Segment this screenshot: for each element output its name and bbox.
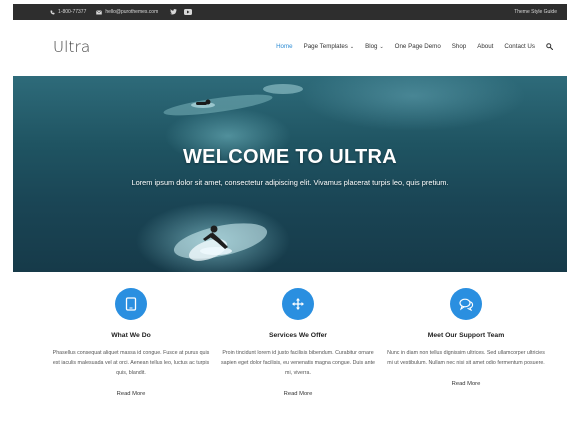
nav-item-label: Blog: [365, 43, 378, 50]
nav-item-contact-us[interactable]: Contact Us: [504, 43, 535, 50]
nav-item-about[interactable]: About: [477, 43, 493, 50]
chevron-down-icon: ⌄: [349, 43, 355, 50]
hero-title: WELCOME TO ULTRA: [182, 146, 398, 168]
feature-title: Services We Offer: [268, 332, 328, 339]
read-more-link[interactable]: Read More: [452, 381, 481, 387]
nav-item-page-templates[interactable]: Page Templates ⌄: [304, 43, 354, 50]
site-header: Ultra Home Page Templates ⌄ Blog ⌄ One P…: [13, 20, 567, 76]
search-icon: [546, 43, 553, 50]
phone-number: 1-800-77377: [58, 9, 87, 15]
nav-item-one-page-demo[interactable]: One Page Demo: [395, 43, 441, 50]
feature-description: Phasellus consequat aliquet massa id con…: [52, 350, 210, 376]
read-more-link[interactable]: Read More: [117, 391, 146, 397]
move-arrows-icon: [292, 298, 304, 310]
read-more-link[interactable]: Read More: [284, 391, 313, 397]
tablet-icon: [125, 297, 137, 311]
feature-icon-circle: [450, 288, 482, 320]
wave-highlight: [162, 90, 274, 120]
chat-bubbles-icon: [458, 298, 473, 311]
nav-item-label: Page Templates: [303, 43, 348, 50]
feature-description: Proin tincidunt lorem id justo facilisis…: [220, 350, 375, 376]
chevron-down-icon: ⌄: [379, 43, 384, 50]
hero-subtitle: Lorem ipsum dolor sit amet, consectetur …: [131, 178, 449, 187]
feature-icon-circle: [282, 288, 314, 320]
nav-item-label: Shop: [451, 43, 467, 50]
top-bar: 1-800-77377 hello@purothemes.com Theme S…: [13, 4, 567, 20]
nav-item-label: About: [477, 43, 494, 50]
social-links: [170, 9, 193, 15]
twitter-icon[interactable]: [170, 9, 178, 15]
main-navigation: Home Page Templates ⌄ Blog ⌄ One Page De…: [265, 43, 553, 50]
theme-style-guide-link[interactable]: Theme Style Guide: [514, 9, 557, 15]
swimmer-figure: [191, 99, 215, 108]
feature-title: What We Do: [111, 332, 151, 339]
email-contact[interactable]: hello@purothemes.com: [96, 9, 158, 15]
nav-item-home[interactable]: Home: [276, 43, 293, 50]
nav-item-label: One Page Demo: [394, 43, 441, 50]
feature-title: Meet Our Support Team: [427, 332, 505, 339]
feature-icon-circle: [115, 288, 147, 320]
features-section: What We Do Phasellus consequat aliquet m…: [13, 272, 567, 422]
nav-item-label: Home: [276, 43, 293, 50]
phone-contact[interactable]: 1-800-77377: [50, 9, 86, 15]
site-logo[interactable]: Ultra: [53, 38, 90, 56]
feature-what-we-do: What We Do Phasellus consequat aliquet m…: [39, 272, 223, 400]
phone-icon: [50, 10, 55, 14]
hero-banner: WELCOME TO ULTRA Lorem ipsum dolor sit a…: [13, 76, 567, 272]
nav-item-blog[interactable]: Blog ⌄: [365, 43, 384, 50]
email-address: hello@purothemes.com: [105, 9, 159, 15]
wave-highlight: [263, 84, 303, 94]
search-button[interactable]: [546, 43, 553, 50]
feature-description: Nunc in diam non tellus dignissim ultric…: [387, 350, 545, 366]
nav-item-label: Contact Us: [504, 43, 535, 50]
youtube-icon[interactable]: [184, 9, 193, 15]
nav-item-shop[interactable]: Shop: [452, 43, 466, 50]
surfer-figure: [200, 225, 232, 255]
feature-support-team: Meet Our Support Team Nunc in diam non t…: [374, 272, 558, 390]
feature-services-we-offer: Services We Offer Proin tincidunt lorem …: [206, 272, 390, 400]
envelope-icon: [96, 9, 103, 14]
